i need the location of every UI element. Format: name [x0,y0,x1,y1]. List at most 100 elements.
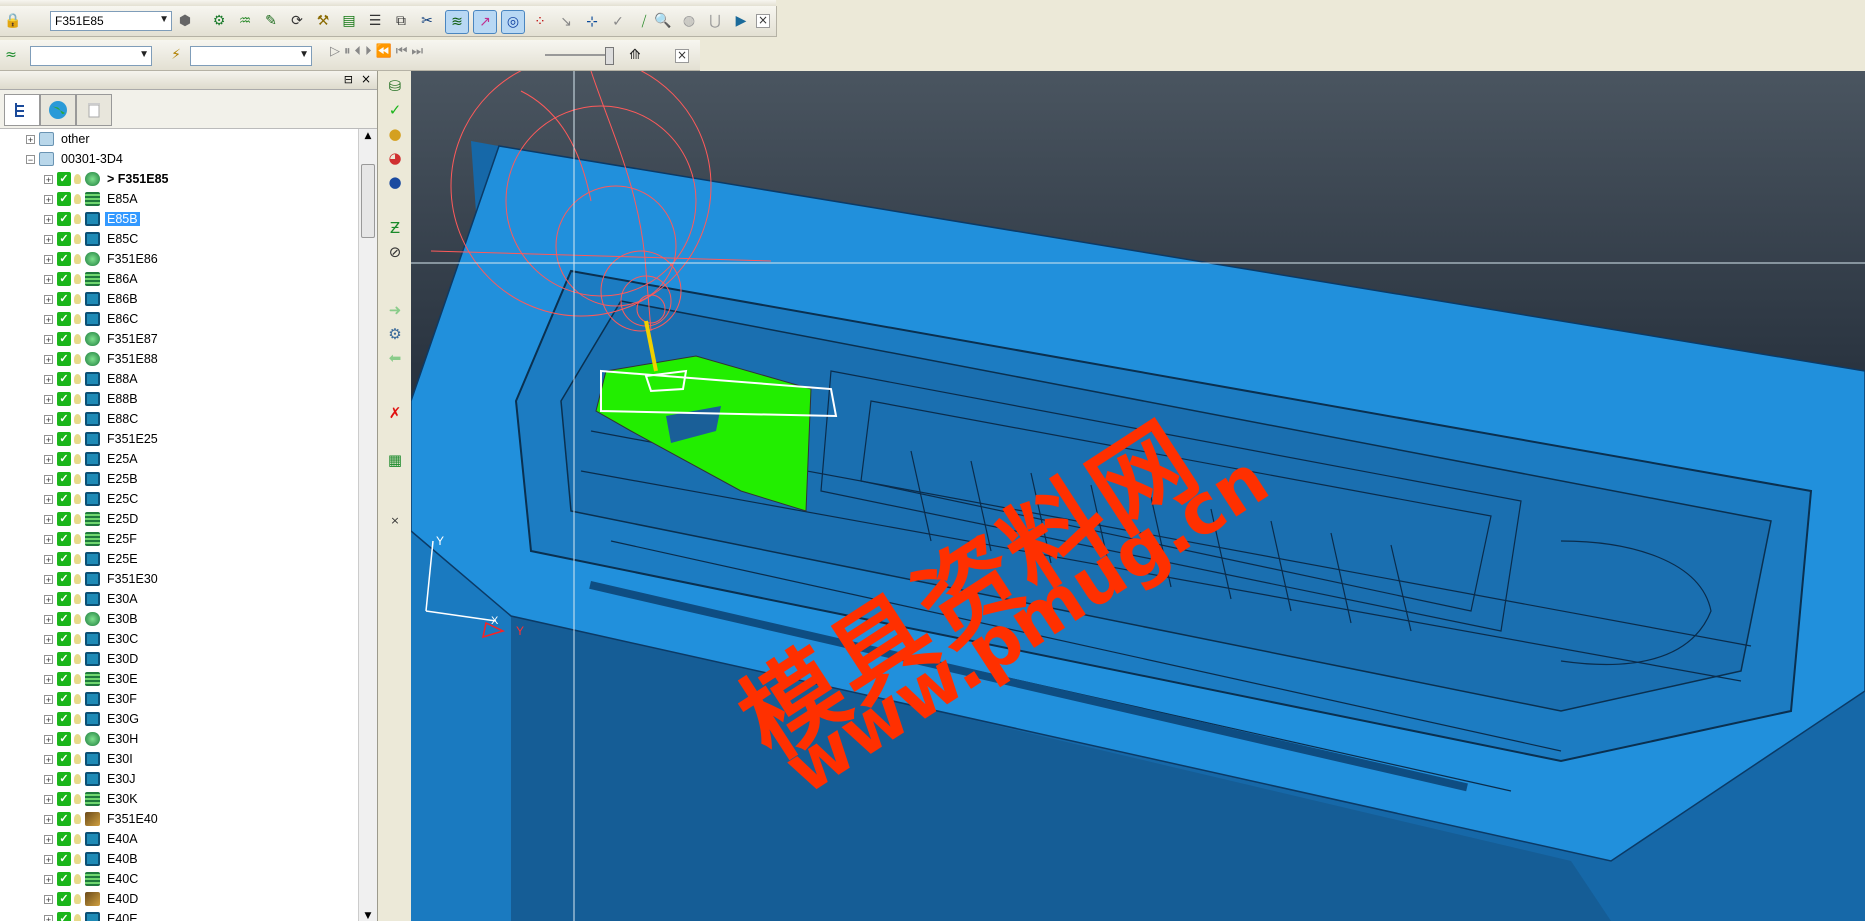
visibility-bulb-icon[interactable] [74,474,81,484]
visibility-bulb-icon[interactable] [74,394,81,404]
tree-item[interactable]: + ✓ E25D [44,509,140,529]
status-check-icon[interactable]: ✓ [57,912,71,921]
visibility-bulb-icon[interactable] [74,774,81,784]
scroll-down-icon[interactable]: ▼ [359,911,377,921]
tab-globe[interactable] [40,94,76,126]
visibility-bulb-icon[interactable] [74,354,81,364]
tree-item[interactable]: + ✓ E88A [44,369,140,389]
expand-icon[interactable]: + [44,534,53,544]
simulate-icon[interactable]: ▶ [730,10,752,32]
tool-select-icon[interactable]: ⚡ [165,44,187,66]
visibility-bulb-icon[interactable] [74,554,81,564]
status-check-icon[interactable]: ✓ [57,312,71,326]
tree-item[interactable]: + ✓ E30F [44,689,139,709]
tree-item[interactable]: + ✓ F351E87 [44,329,160,349]
visibility-bulb-icon[interactable] [74,434,81,444]
expand-icon[interactable]: + [44,834,53,844]
visibility-bulb-icon[interactable] [74,414,81,424]
grid-icon[interactable]: ▦ [386,451,404,469]
expand-icon[interactable]: + [44,734,53,744]
expand-icon[interactable]: + [44,254,53,264]
expand-icon[interactable]: + [44,214,53,224]
tree-item[interactable]: + ✓ E30A [44,589,140,609]
status-check-icon[interactable]: ✓ [57,832,71,846]
tree-item[interactable]: + ✓ E40D [44,889,140,909]
visibility-bulb-icon[interactable] [74,894,81,904]
status-check-icon[interactable]: ✓ [57,332,71,346]
tree-item[interactable]: + ✓ E25A [44,449,140,469]
cup-icon[interactable]: ⋃ [704,10,726,32]
status-check-icon[interactable]: ✓ [57,172,71,186]
zigzag-icon[interactable]: Ƶ [386,219,404,237]
cube-icon[interactable]: ⬢ [174,10,196,32]
expand-icon[interactable]: + [44,234,53,244]
tree-item[interactable]: + ✓ E40E [44,909,140,921]
expand-icon[interactable]: + [44,634,53,644]
tree-item[interactable]: + other [26,129,92,149]
3d-viewport[interactable]: Y X Y 模具资料网 www.pmug.cn [411,71,1865,921]
expand-icon[interactable]: + [44,694,53,704]
blue-sphere-icon[interactable]: ● [386,173,404,191]
check-icon[interactable]: ✓ [386,101,404,119]
settings-icon[interactable]: ⚙ [386,325,404,343]
arrow-right-icon[interactable]: ➜ [386,301,404,319]
tree-item[interactable]: + ✓ E86A [44,269,140,289]
status-check-icon[interactable]: ✓ [57,892,71,906]
expand-icon[interactable]: + [44,314,53,324]
status-check-icon[interactable]: ✓ [57,212,71,226]
tree-item[interactable]: + ✓ F351E88 [44,349,160,369]
probe-icon[interactable]: ◍ [678,10,700,32]
play-icon[interactable]: ▷ [330,44,340,59]
visibility-bulb-icon[interactable] [74,854,81,864]
visibility-bulb-icon[interactable] [74,654,81,664]
expand-icon[interactable]: + [44,614,53,624]
visibility-bulb-icon[interactable] [74,734,81,744]
expand-icon[interactable]: + [44,414,53,424]
step-back-icon[interactable]: ⏴ [355,44,362,59]
tree-item[interactable]: + ✓ F351E40 [44,809,160,829]
status-check-icon[interactable]: ✓ [57,252,71,266]
path-green-icon[interactable]: ≈ [0,44,22,66]
search-icon[interactable]: 🔍 [652,10,674,32]
tree-item[interactable]: + ✓ E85B [44,209,140,229]
list-icon[interactable]: ☰ [364,10,386,32]
status-check-icon[interactable]: ✓ [57,692,71,706]
tab-tree[interactable] [4,94,40,126]
status-check-icon[interactable]: ✓ [57,372,71,386]
finish-icon[interactable]: ✎ [260,10,282,32]
visibility-bulb-icon[interactable] [74,294,81,304]
status-check-icon[interactable]: ✓ [57,872,71,886]
to-start-icon[interactable]: ⏮ [396,44,408,59]
pin-icon[interactable]: ⊟ [344,73,353,86]
tree-item[interactable]: + ✓ F351E30 [44,569,160,589]
visibility-bulb-icon[interactable] [74,274,81,284]
status-check-icon[interactable]: ✓ [57,492,71,506]
status-check-icon[interactable]: ✓ [57,412,71,426]
expand-icon[interactable]: + [44,914,53,921]
expand-icon[interactable]: + [44,274,53,284]
rewind-icon[interactable]: ⏪ [376,44,392,59]
tree-item[interactable]: + ✓ E86B [44,289,140,309]
visibility-bulb-icon[interactable] [74,514,81,524]
status-check-icon[interactable]: ✓ [57,652,71,666]
link-icon[interactable]: ↘ [555,11,577,33]
visibility-bulb-icon[interactable] [74,574,81,584]
expand-icon[interactable]: + [44,554,53,564]
visibility-bulb-icon[interactable] [74,534,81,544]
tree-item[interactable]: + ✓ E85C [44,229,140,249]
expand-icon[interactable]: + [44,474,53,484]
database-icon[interactable]: ⛁ [386,77,404,95]
tree-item[interactable]: + ✓ F351E25 [44,429,160,449]
status-check-icon[interactable]: ✓ [57,812,71,826]
expand-icon[interactable]: + [44,354,53,364]
visibility-bulb-icon[interactable] [74,254,81,264]
visibility-bulb-icon[interactable] [74,614,81,624]
expand-icon[interactable]: + [44,514,53,524]
status-check-icon[interactable]: ✓ [57,472,71,486]
expand-icon[interactable]: + [44,674,53,684]
visibility-bulb-icon[interactable] [74,214,81,224]
tree-item[interactable]: + ✓ E30K [44,789,140,809]
tree-item[interactable]: + ✓ E88C [44,409,140,429]
status-check-icon[interactable]: ✓ [57,792,71,806]
tree-item[interactable]: + ✓ E85A [44,189,140,209]
